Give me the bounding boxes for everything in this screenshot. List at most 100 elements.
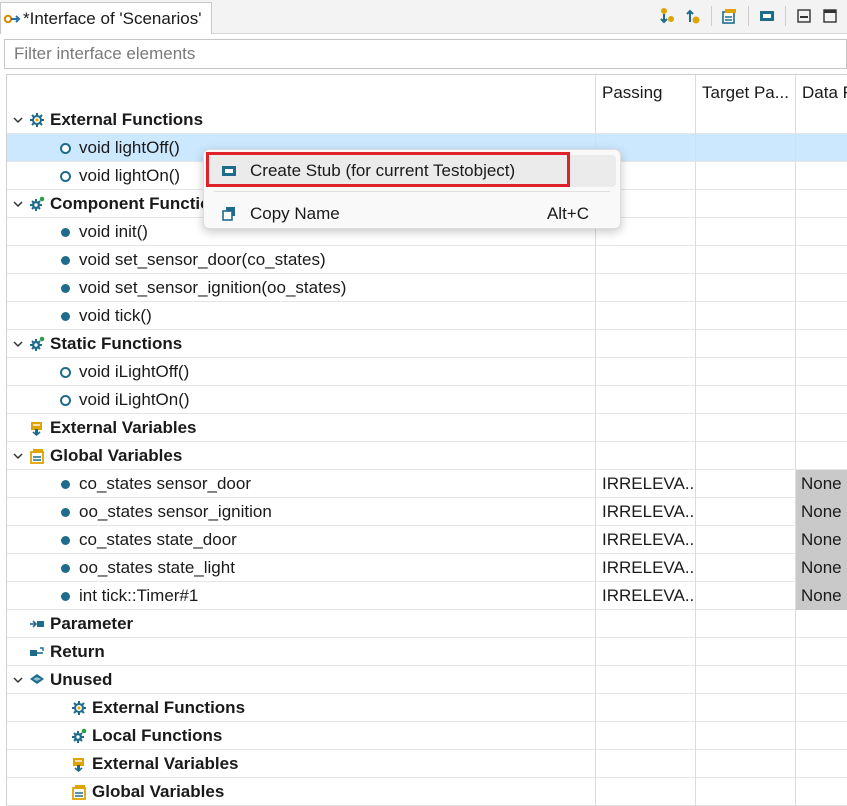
target-passing-cell[interactable]	[695, 722, 795, 750]
table-row[interactable]: Local Functions	[7, 722, 847, 750]
passing-cell[interactable]: IRRELEVA...	[595, 554, 695, 582]
data-cell[interactable]: None	[795, 470, 847, 498]
data-cell[interactable]	[795, 134, 847, 162]
table-row[interactable]: External Functions	[7, 694, 847, 722]
table-row[interactable]: External Functions	[7, 106, 847, 134]
data-cell[interactable]	[795, 106, 847, 134]
table-row[interactable]: Static Functions	[7, 330, 847, 358]
data-cell[interactable]	[795, 666, 847, 694]
expand-chevron-icon[interactable]	[9, 676, 27, 684]
target-passing-cell[interactable]	[695, 302, 795, 330]
table-row[interactable]: void iLightOn()	[7, 386, 847, 414]
expand-chevron-icon[interactable]	[9, 116, 27, 124]
passing-cell[interactable]	[595, 386, 695, 414]
target-passing-cell[interactable]	[695, 470, 795, 498]
table-row[interactable]: oo_states state_light IRRELEVA... None	[7, 554, 847, 582]
passing-cell[interactable]	[595, 694, 695, 722]
table-row[interactable]: int tick::Timer#1 IRRELEVA... None	[7, 582, 847, 610]
target-passing-cell[interactable]	[695, 778, 795, 806]
passing-cell[interactable]	[595, 246, 695, 274]
passing-cell[interactable]	[595, 750, 695, 778]
data-cell[interactable]	[795, 218, 847, 246]
passing-cell[interactable]	[595, 302, 695, 330]
target-passing-cell[interactable]	[695, 666, 795, 694]
move-down-icon[interactable]	[656, 5, 678, 27]
table-row[interactable]: oo_states sensor_ignition IRRELEVA... None	[7, 498, 847, 526]
passing-cell[interactable]: IRRELEVA...	[595, 470, 695, 498]
passing-cell[interactable]	[595, 414, 695, 442]
table-row[interactable]: co_states state_door IRRELEVA... None	[7, 526, 847, 554]
data-cell[interactable]	[795, 694, 847, 722]
table-row[interactable]: void set_sensor_ignition(oo_states)	[7, 274, 847, 302]
passing-cell[interactable]	[595, 666, 695, 694]
table-row[interactable]: Unused	[7, 666, 847, 694]
table-row[interactable]: co_states sensor_door IRRELEVA... None	[7, 470, 847, 498]
target-passing-cell[interactable]	[695, 106, 795, 134]
menu-item-create-stub[interactable]: Create Stub (for current Testobject)	[208, 155, 616, 187]
passing-cell[interactable]: IRRELEVA...	[595, 582, 695, 610]
data-cell[interactable]	[795, 610, 847, 638]
target-passing-cell[interactable]	[695, 218, 795, 246]
data-cell[interactable]	[795, 330, 847, 358]
passing-cell[interactable]	[595, 358, 695, 386]
data-cell[interactable]	[795, 638, 847, 666]
target-passing-cell[interactable]	[695, 554, 795, 582]
data-cell[interactable]	[795, 414, 847, 442]
passing-cell[interactable]	[595, 274, 695, 302]
target-passing-cell[interactable]	[695, 162, 795, 190]
target-passing-cell[interactable]	[695, 246, 795, 274]
passing-cell[interactable]	[595, 610, 695, 638]
passing-cell[interactable]: IRRELEVA...	[595, 498, 695, 526]
table-row[interactable]: void iLightOff()	[7, 358, 847, 386]
passing-cell[interactable]	[595, 106, 695, 134]
move-up-icon[interactable]	[682, 5, 704, 27]
menu-item-copy-name[interactable]: Copy Name Alt+C	[208, 198, 616, 230]
data-cell[interactable]: None	[795, 526, 847, 554]
table-row[interactable]: External Variables	[7, 414, 847, 442]
target-passing-cell[interactable]	[695, 750, 795, 778]
passing-cell[interactable]	[595, 638, 695, 666]
target-passing-cell[interactable]	[695, 386, 795, 414]
data-cell[interactable]: None	[795, 554, 847, 582]
target-passing-cell[interactable]	[695, 526, 795, 554]
passing-cell[interactable]	[595, 442, 695, 470]
filter-input[interactable]	[12, 43, 846, 65]
target-passing-cell[interactable]	[695, 134, 795, 162]
passing-cell[interactable]	[595, 778, 695, 806]
table-row[interactable]: Return	[7, 638, 847, 666]
data-cell[interactable]	[795, 442, 847, 470]
data-cell[interactable]	[795, 190, 847, 218]
stub-icon[interactable]	[756, 5, 778, 27]
table-row[interactable]: void set_sensor_door(co_states)	[7, 246, 847, 274]
target-passing-cell[interactable]	[695, 442, 795, 470]
expand-chevron-icon[interactable]	[9, 340, 27, 348]
passing-cell[interactable]	[595, 722, 695, 750]
expand-chevron-icon[interactable]	[9, 452, 27, 460]
data-cell[interactable]	[795, 358, 847, 386]
data-cell[interactable]	[795, 750, 847, 778]
data-cell[interactable]: None	[795, 498, 847, 526]
global-var-icon[interactable]	[719, 5, 741, 27]
editor-tab[interactable]: *Interface of 'Scenarios'	[0, 2, 212, 34]
target-passing-cell[interactable]	[695, 638, 795, 666]
passing-cell[interactable]: IRRELEVA...	[595, 526, 695, 554]
target-passing-cell[interactable]	[695, 190, 795, 218]
table-row[interactable]: void tick()	[7, 302, 847, 330]
expand-chevron-icon[interactable]	[9, 200, 27, 208]
target-passing-cell[interactable]	[695, 414, 795, 442]
data-cell[interactable]	[795, 722, 847, 750]
target-passing-cell[interactable]	[695, 582, 795, 610]
target-passing-cell[interactable]	[695, 358, 795, 386]
table-row[interactable]: External Variables	[7, 750, 847, 778]
data-cell[interactable]	[795, 162, 847, 190]
table-row[interactable]: Global Variables	[7, 778, 847, 806]
data-cell[interactable]: None	[795, 582, 847, 610]
target-passing-cell[interactable]	[695, 610, 795, 638]
data-cell[interactable]	[795, 302, 847, 330]
minimize-icon[interactable]	[793, 5, 815, 27]
target-passing-cell[interactable]	[695, 498, 795, 526]
passing-cell[interactable]	[595, 330, 695, 358]
maximize-icon[interactable]	[819, 5, 841, 27]
target-passing-cell[interactable]	[695, 330, 795, 358]
table-row[interactable]: Parameter	[7, 610, 847, 638]
